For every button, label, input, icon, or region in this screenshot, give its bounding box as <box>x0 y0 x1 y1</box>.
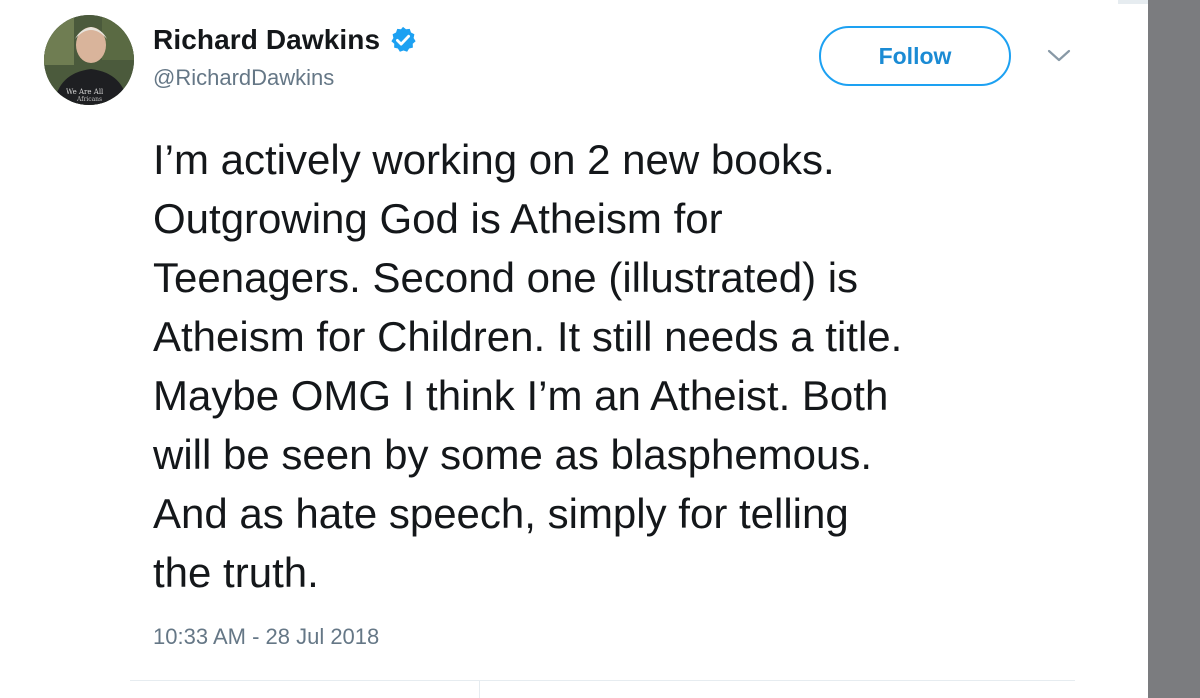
stats-divider-tick <box>479 680 480 698</box>
tweet-text: I’m actively working on 2 new books. Out… <box>153 130 1083 602</box>
avatar-photo: We Are All Africans <box>44 15 134 105</box>
tweet-text-line: Outgrowing God is Atheism for <box>153 195 723 242</box>
tweet-page: We Are All Africans Richard Dawkins @Ric… <box>0 0 1200 698</box>
display-name[interactable]: Richard Dawkins <box>153 24 380 56</box>
follow-button[interactable]: Follow <box>819 26 1011 86</box>
tweet-text-line: will be seen by some as blasphemous. <box>153 431 873 478</box>
avatar[interactable]: We Are All Africans <box>44 15 134 105</box>
avatar-shirt-text-line-2: Africans <box>76 96 102 103</box>
tweet-timestamp[interactable]: 10:33 AM - 28 Jul 2018 <box>153 624 379 650</box>
verified-badge-icon <box>391 26 416 52</box>
tweet-text-line: Atheism for Children. It still needs a t… <box>153 313 903 360</box>
tweet-text-line: I’m actively working on 2 new books. <box>153 136 835 183</box>
tweet-text-line: And as hate speech, simply for telling <box>153 490 849 537</box>
tweet-text-line: the truth. <box>153 549 319 596</box>
author-name-row: Richard Dawkins <box>153 20 418 60</box>
scrollbar-track[interactable] <box>1148 0 1200 698</box>
avatar-shirt-text-line-1: We Are All <box>66 88 104 96</box>
stats-divider <box>130 680 1075 681</box>
tweet-text-line: Maybe OMG I think I’m an Atheist. Both <box>153 372 889 419</box>
author-handle[interactable]: @RichardDawkins <box>153 65 334 91</box>
tweet-text-line: Teenagers. Second one (illustrated) is <box>153 254 859 301</box>
chevron-down-icon[interactable] <box>1046 48 1072 64</box>
top-divider <box>1118 0 1148 4</box>
